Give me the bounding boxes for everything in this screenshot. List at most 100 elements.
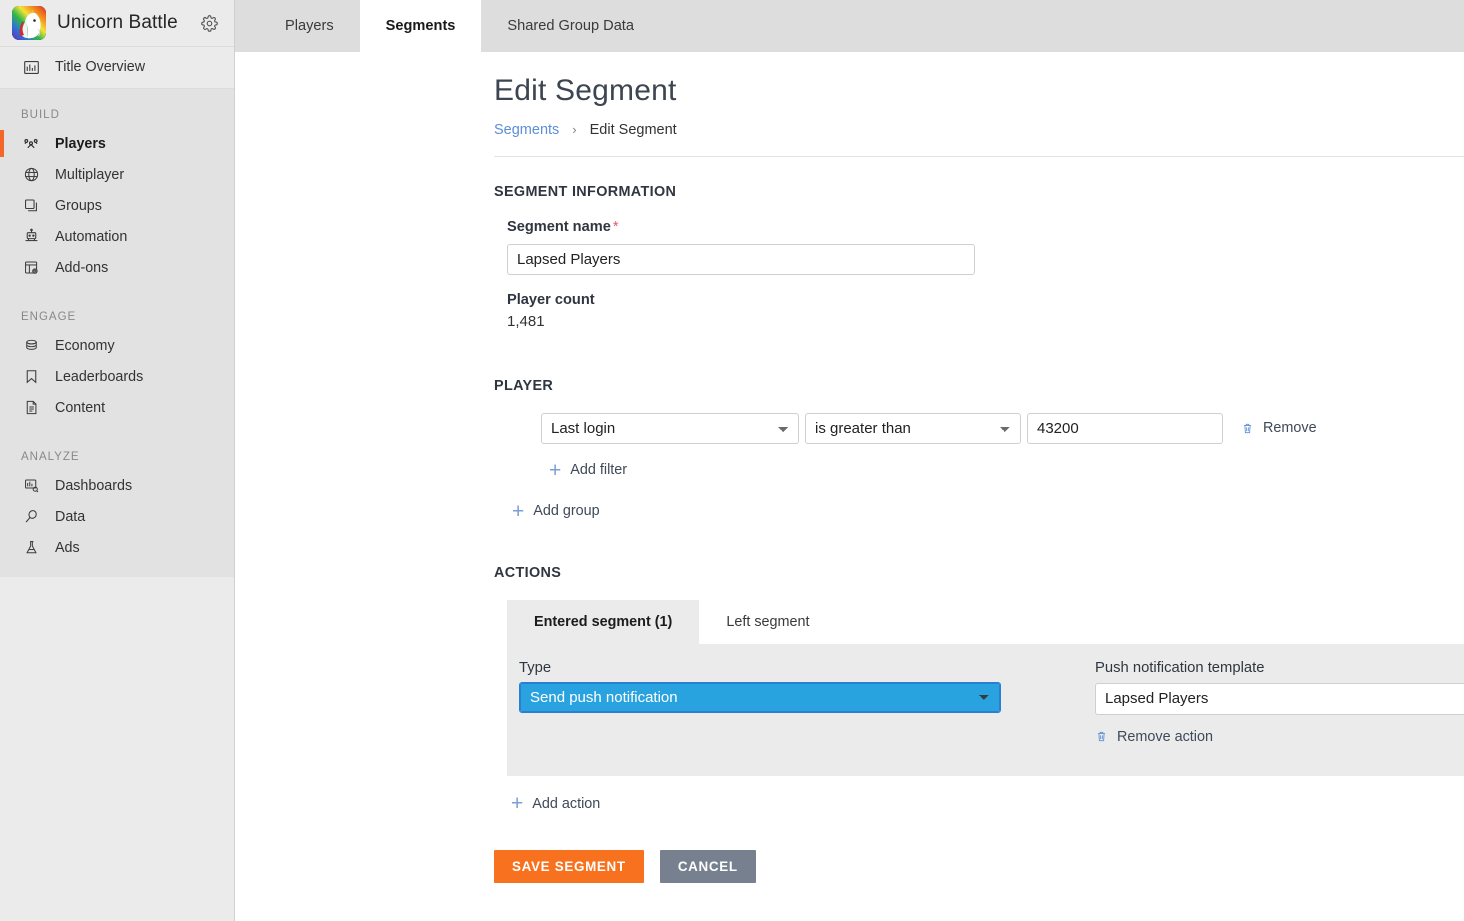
sidebar-top-section: Title Overview: [0, 47, 234, 89]
document-icon: [21, 398, 41, 418]
page-header: Edit Segment Segments › Edit Segment: [235, 52, 1464, 157]
add-filter-label: Add filter: [570, 462, 628, 478]
sidebar-item-label: Data: [55, 508, 86, 525]
players-icon: [21, 134, 41, 154]
sidebar-item-label: Players: [55, 135, 106, 152]
sidebar-item-title-overview[interactable]: Title Overview: [0, 50, 234, 84]
trash-icon: [1095, 730, 1108, 743]
sidebar-item-multiplayer[interactable]: Multiplayer: [0, 159, 234, 190]
sidebar-item-economy[interactable]: Economy: [0, 330, 234, 361]
add-action-label: Add action: [532, 795, 601, 812]
sidebar-item-label: Add-ons: [55, 259, 109, 276]
save-segment-button[interactable]: SAVE SEGMENT: [494, 850, 644, 883]
sidebar-item-label: Leaderboards: [55, 368, 144, 385]
tab-label: Shared Group Data: [507, 18, 634, 34]
add-action-button[interactable]: + Add action: [511, 793, 600, 814]
tab-shared-group-data[interactable]: Shared Group Data: [481, 0, 660, 52]
action-panel: Type Send push notification Push notific…: [507, 643, 1464, 776]
sidebar-item-label: Automation: [55, 228, 128, 245]
actions-section-title: ACTIONS: [494, 564, 562, 581]
filter-field-select[interactable]: Last login: [541, 412, 799, 444]
filter-operator-select[interactable]: is greater than: [805, 412, 1021, 444]
sidebar-item-groups[interactable]: Groups: [0, 190, 234, 221]
trash-icon: [1241, 422, 1254, 435]
action-tab-label: Left segment: [726, 613, 810, 630]
sidebar-item-label: Multiplayer: [55, 166, 125, 183]
sidebar-item-label: Groups: [55, 197, 102, 214]
flask-icon: [21, 538, 41, 558]
chevron-right-icon: ›: [572, 122, 577, 137]
remove-filter-label: Remove: [1263, 420, 1317, 436]
tab-label: Players: [285, 18, 334, 34]
robot-icon: [21, 227, 41, 247]
unicorn-avatar: [12, 6, 46, 40]
remove-action-label: Remove action: [1117, 728, 1213, 745]
remove-filter-button[interactable]: Remove: [1241, 420, 1317, 436]
sidebar: Unicorn Battle Title Overview BUILD Play…: [0, 0, 235, 921]
sidebar-group-analyze-label: ANALYZE: [21, 451, 80, 463]
breadcrumb-current: Edit Segment: [589, 121, 677, 138]
player-count-label: Player count: [507, 291, 595, 308]
sidebar-item-leaderboards[interactable]: Leaderboards: [0, 361, 234, 392]
data-plug-icon: [21, 507, 41, 527]
add-group-button[interactable]: + Add group: [512, 501, 600, 522]
remove-action-button[interactable]: Remove action: [1095, 729, 1213, 745]
sidebar-item-label: Dashboards: [55, 477, 133, 494]
action-type-select-wrapper[interactable]: Send push notification: [519, 681, 1001, 713]
sidebar-item-label: Content: [55, 399, 106, 416]
gear-icon[interactable]: [196, 10, 222, 36]
tab-entered-segment[interactable]: Entered segment (1): [507, 599, 700, 644]
top-tabbar: Players Segments Shared Group Data: [235, 0, 1464, 52]
plus-icon: +: [511, 792, 524, 815]
bookmark-icon: [21, 367, 41, 387]
sidebar-group-build-label: BUILD: [21, 109, 60, 121]
brand-header: Unicorn Battle: [0, 0, 234, 47]
sidebar-item-label: Ads: [55, 539, 80, 556]
sidebar-item-content[interactable]: Content: [0, 392, 234, 423]
bar-chart-icon: [21, 57, 41, 77]
form-content: SEGMENT INFORMATION Segment name* Player…: [235, 184, 1464, 883]
push-template-select[interactable]: Lapsed Players: [1095, 682, 1464, 715]
sidebar-group-engage-label: ENGAGE: [21, 311, 77, 323]
tab-players[interactable]: Players: [259, 0, 360, 52]
page-title: Edit Segment: [494, 74, 677, 107]
dashboard-icon: [21, 476, 41, 496]
sidebar-filler: [0, 607, 234, 921]
player-count-value: 1,481: [507, 312, 545, 330]
player-section-title: PLAYER: [494, 377, 554, 394]
sidebar-item-add-ons[interactable]: Add-ons: [0, 252, 234, 283]
sidebar-item-data[interactable]: Data: [0, 501, 234, 532]
sidebar-item-ads[interactable]: Ads: [0, 532, 234, 563]
coins-icon: [21, 336, 41, 356]
action-type-label: Type: [519, 659, 552, 676]
sidebar-item-label: Title Overview: [55, 59, 146, 75]
tab-segments[interactable]: Segments: [359, 0, 482, 52]
push-template-label: Push notification template: [1095, 659, 1265, 676]
sidebar-item-dashboards[interactable]: Dashboards: [0, 470, 234, 501]
action-type-select[interactable]: Send push notification: [521, 683, 999, 711]
unicorn-avatar-icon: [12, 6, 46, 40]
action-tab-label: Entered segment (1): [534, 613, 673, 630]
segment-name-label: Segment name *: [507, 219, 1464, 235]
action-tabs: Entered segment (1) Left segment: [507, 599, 1464, 644]
add-filter-button[interactable]: + Add filter: [549, 460, 627, 481]
filter-value-input[interactable]: [1027, 412, 1223, 444]
segment-name-input[interactable]: [507, 243, 975, 275]
segment-name-label-text: Segment name: [507, 218, 611, 235]
main-content: Players Segments Shared Group Data Edit …: [235, 0, 1464, 921]
required-marker: *: [612, 218, 619, 235]
cancel-button[interactable]: CANCEL: [659, 850, 756, 883]
breadcrumb: Segments › Edit Segment: [494, 122, 1464, 138]
sidebar-item-players[interactable]: Players: [0, 128, 234, 159]
tab-label: Segments: [385, 18, 456, 34]
breadcrumb-link-segments[interactable]: Segments: [494, 122, 559, 138]
header-divider: [494, 155, 1464, 157]
sidebar-item-automation[interactable]: Automation: [0, 221, 234, 252]
layers-icon: [21, 196, 41, 216]
tab-left-segment[interactable]: Left segment: [699, 599, 837, 644]
addons-icon: [21, 258, 41, 278]
sidebar-nav: BUILD Players Multiplayer Groups Automat…: [0, 89, 234, 577]
plus-icon: +: [549, 458, 562, 482]
plus-icon: +: [512, 499, 525, 523]
push-template-field: Push notification template Lapsed Player…: [1095, 660, 1464, 749]
